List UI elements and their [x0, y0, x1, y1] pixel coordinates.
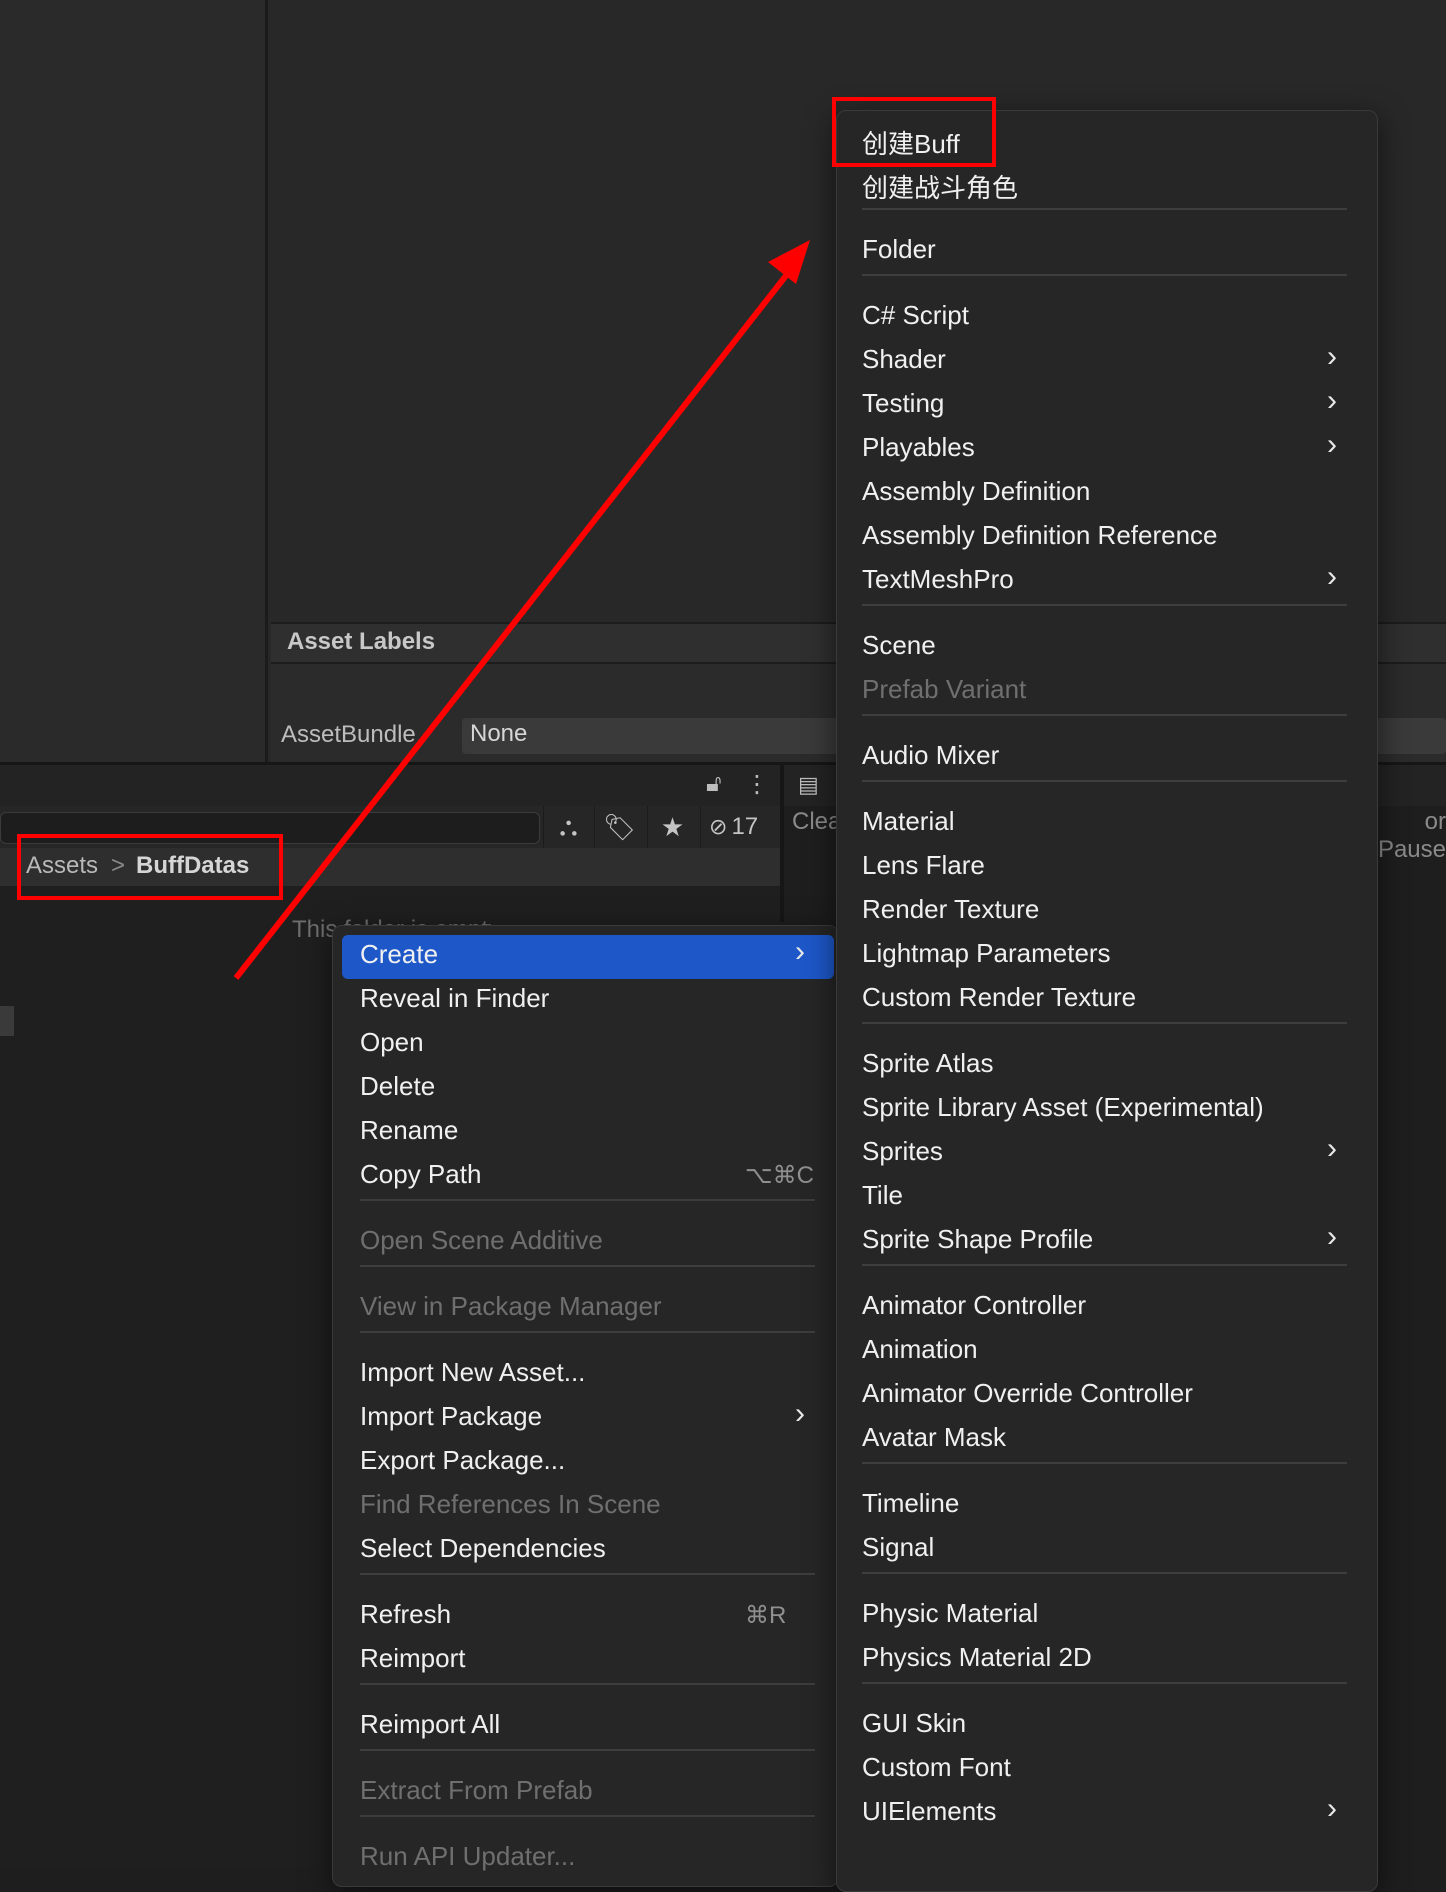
annotation-arrowhead: [768, 240, 810, 284]
annotation-arrow-shaft: [233, 266, 795, 980]
annotation-arrow: [233, 240, 810, 980]
